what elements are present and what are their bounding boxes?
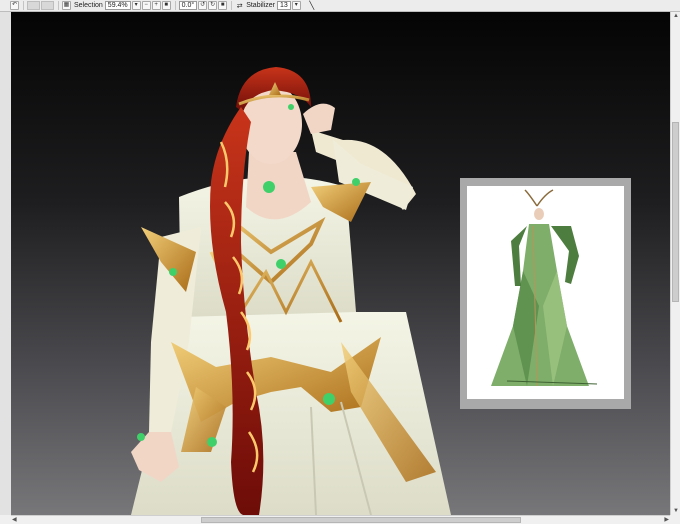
toolbar-divider: [23, 1, 24, 10]
rotate-left-button[interactable]: ↺: [198, 1, 208, 10]
stabilizer-field[interactable]: 13: [276, 1, 291, 10]
undo-button[interactable]: ↶: [10, 1, 19, 10]
toolbar-divider: [231, 1, 233, 10]
zoom-field[interactable]: 59.4%: [104, 1, 131, 10]
horizontal-scroll-thumb[interactable]: [201, 517, 521, 523]
selection-mode-button[interactable]: ▦: [62, 1, 71, 10]
vertical-scrollbar[interactable]: ▲ ▼: [670, 12, 680, 515]
swatch-button[interactable]: [27, 1, 40, 10]
chevron-down-icon: ▾: [134, 2, 138, 8]
chevron-down-icon: ▾: [294, 2, 298, 8]
vertical-scroll-thumb[interactable]: [672, 122, 679, 302]
reference-image: [467, 186, 624, 399]
drawing-canvas[interactable]: [11, 12, 670, 515]
reset-rotation-button[interactable]: ■: [218, 1, 228, 10]
rotate-right-icon: ↻: [210, 2, 216, 8]
stabilizer-dropdown[interactable]: ▾: [291, 1, 301, 10]
reset-icon: ■: [220, 2, 225, 8]
plus-icon: +: [154, 2, 158, 8]
stabilizer-label: Stabilizer: [246, 2, 275, 9]
stabilizer-icon: ⇄: [236, 2, 243, 10]
toolbar-divider: [58, 1, 59, 10]
rotate-right-button[interactable]: ↻: [208, 1, 218, 10]
reference-image-panel[interactable]: [460, 178, 631, 409]
fit-window-button[interactable]: ■: [161, 1, 171, 10]
zoom-out-button[interactable]: −: [141, 1, 151, 10]
zoom-in-button[interactable]: +: [151, 1, 161, 10]
rotate-left-icon: ↺: [200, 2, 206, 8]
minus-icon: −: [144, 2, 148, 8]
scroll-up-icon[interactable]: ▲: [673, 12, 679, 20]
reference-sketch: [491, 189, 598, 387]
toolbar-divider: [174, 1, 176, 10]
scroll-down-icon[interactable]: ▼: [673, 507, 679, 515]
selection-label: Selection: [74, 2, 103, 9]
pen-icon[interactable]: ╲: [306, 1, 318, 10]
top-toolbar: ↶ ▦ Selection 59.4% ▾ − + ■ 0.0° ↺ ↻ ■ ⇄…: [0, 0, 680, 12]
selection-icon: ▦: [63, 2, 70, 8]
fit-icon: ■: [164, 2, 168, 8]
zoom-dropdown[interactable]: ▾: [131, 1, 141, 10]
swatch-button[interactable]: [41, 1, 54, 10]
undo-icon: ↶: [11, 2, 18, 8]
rotation-field[interactable]: 0.0°: [178, 1, 198, 10]
